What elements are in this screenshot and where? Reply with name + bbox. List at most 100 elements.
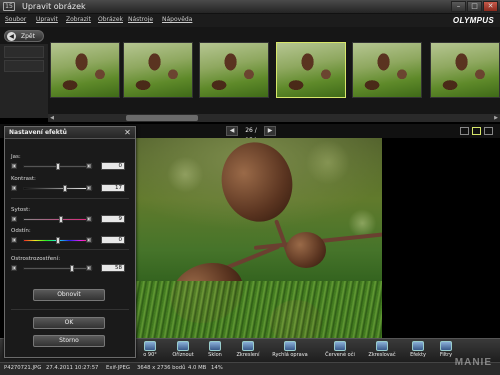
panel-title: Nastavení efektů xyxy=(9,129,67,136)
watermark: MANIE xyxy=(454,357,492,368)
status-dimensions: 3648 x 2736 bodů xyxy=(137,365,186,371)
contrast-value[interactable]: 17 xyxy=(101,184,125,192)
sharpness-value[interactable]: 58 xyxy=(101,264,125,272)
sharpness-slider[interactable] xyxy=(23,265,93,272)
menu-nastroje[interactable]: Nástroje xyxy=(128,16,153,23)
contrast-slider[interactable] xyxy=(23,185,93,192)
distortion-tool[interactable]: Zkreslení xyxy=(228,341,268,363)
tilt-icon xyxy=(209,341,221,351)
slider-decrease-icon[interactable]: ◂ xyxy=(11,216,17,222)
thumbnail[interactable] xyxy=(123,42,193,98)
next-image-button[interactable]: ▶ xyxy=(264,126,276,136)
menu-napoveda[interactable]: Nápověda xyxy=(162,16,192,23)
separator xyxy=(11,198,129,199)
view-split-icon[interactable] xyxy=(484,127,493,135)
thumbnail-selected[interactable] xyxy=(276,42,346,98)
warp-icon xyxy=(376,341,388,351)
slider-decrease-icon[interactable]: ◂ xyxy=(11,237,17,243)
slider-increase-icon[interactable]: ▸ xyxy=(86,216,92,222)
maximize-button[interactable]: □ xyxy=(467,1,482,12)
hue-value[interactable]: 0 xyxy=(101,236,125,244)
quick-fix-icon xyxy=(284,341,296,351)
cancel-button[interactable]: Storno xyxy=(33,335,105,347)
menu-soubor[interactable]: Soubor xyxy=(5,16,26,23)
status-filename: P4270721.JPG xyxy=(4,365,42,371)
photo-grass xyxy=(136,281,382,341)
hue-slider[interactable] xyxy=(23,237,93,244)
slider-thumb[interactable] xyxy=(56,163,60,170)
distortion-icon xyxy=(242,341,254,351)
pine-cone xyxy=(286,232,326,268)
slider-decrease-icon[interactable]: ◂ xyxy=(11,185,17,191)
strip-option-button[interactable] xyxy=(4,60,44,72)
menu-upravit[interactable]: Upravit xyxy=(36,16,58,23)
title-bar: 15 Upravit obrázek – □ ✕ xyxy=(0,0,500,14)
brightness-value[interactable]: 0 xyxy=(101,162,125,170)
back-button[interactable]: ◀ Zpět xyxy=(4,30,44,42)
scroll-left-icon[interactable]: ◀ xyxy=(48,114,56,122)
thumbnail[interactable] xyxy=(199,42,269,98)
status-zoom: 14% xyxy=(211,365,223,371)
thumbnail-scrollbar[interactable]: ◀ ▶ xyxy=(48,114,500,122)
separator xyxy=(11,309,129,310)
minimize-button[interactable]: – xyxy=(451,1,466,12)
canvas-background xyxy=(382,138,500,341)
red-eye-tool[interactable]: Červené oči xyxy=(320,341,360,363)
brightness-label: Jas: xyxy=(11,154,21,160)
panel-title-bar: Nastavení efektů ✕ xyxy=(5,127,135,139)
separator xyxy=(11,249,129,250)
close-button[interactable]: ✕ xyxy=(483,1,498,12)
strip-side-panel xyxy=(0,44,48,118)
effects-icon xyxy=(412,341,424,351)
menu-obrazek[interactable]: Obrázek xyxy=(98,16,123,23)
back-label: Zpět xyxy=(21,33,35,40)
scrollbar-thumb[interactable] xyxy=(126,115,198,121)
filters-icon xyxy=(440,341,452,351)
status-format: Exif-JPEG xyxy=(106,365,130,371)
slider-thumb[interactable] xyxy=(62,185,67,192)
brand-logo: OLYMPUS xyxy=(452,16,494,25)
contrast-label: Kontrast: xyxy=(11,176,36,182)
slider-increase-icon[interactable]: ▸ xyxy=(86,185,92,191)
red-eye-icon xyxy=(334,341,346,351)
slider-decrease-icon[interactable]: ◂ xyxy=(11,265,17,271)
reset-button[interactable]: Obnovit xyxy=(33,289,105,301)
crop-icon xyxy=(177,341,189,351)
main-photo xyxy=(136,138,382,341)
menu-zobrazit[interactable]: Zobrazit xyxy=(66,16,91,23)
menu-bar: Soubor Upravit Zobrazit Obrázek Nástroje… xyxy=(0,14,500,27)
slider-increase-icon[interactable]: ▸ xyxy=(86,163,92,169)
view-single-icon[interactable] xyxy=(472,127,481,135)
slider-increase-icon[interactable]: ▸ xyxy=(86,265,92,271)
window-title: Upravit obrázek xyxy=(22,2,86,11)
back-arrow-icon: ◀ xyxy=(7,32,16,41)
status-bar: P4270721.JPG 27.4.2011 10:27:57 Exif-JPE… xyxy=(0,362,500,375)
view-mode-icon[interactable] xyxy=(460,127,469,135)
warp-tool[interactable]: Zkreslovač xyxy=(362,341,402,363)
app-icon: 15 xyxy=(3,2,15,11)
panel-close-icon[interactable]: ✕ xyxy=(123,128,132,137)
saturation-slider[interactable] xyxy=(23,216,93,223)
saturation-value[interactable]: 9 xyxy=(101,215,125,223)
effects-settings-panel: Nastavení efektů ✕ Jas: ◂ ▸ 0 Kontrast: … xyxy=(4,126,136,358)
status-filesize: 4.0 MB xyxy=(188,365,207,371)
slider-decrease-icon[interactable]: ◂ xyxy=(11,163,17,169)
rotate-icon xyxy=(144,341,156,351)
previous-image-button[interactable]: ◀ xyxy=(226,126,238,136)
slider-increase-icon[interactable]: ▸ xyxy=(86,237,92,243)
window-controls: – □ ✕ xyxy=(451,1,498,12)
scroll-right-icon[interactable]: ▶ xyxy=(492,114,500,122)
slider-thumb[interactable] xyxy=(59,216,64,223)
brightness-slider[interactable] xyxy=(23,163,93,170)
slider-thumb[interactable] xyxy=(56,237,60,244)
thumbnail[interactable] xyxy=(430,42,500,98)
thumbnail[interactable] xyxy=(50,42,120,98)
quick-fix-tool[interactable]: Rychlá oprava xyxy=(270,341,310,363)
saturation-label: Sytost: xyxy=(11,207,31,213)
ok-button[interactable]: OK xyxy=(33,317,105,329)
strip-option-button[interactable] xyxy=(4,46,44,58)
sharpness-label: Ostrostrozostření: xyxy=(11,256,61,262)
status-datetime: 27.4.2011 10:27:57 xyxy=(46,365,99,371)
thumbnail[interactable] xyxy=(352,42,422,98)
slider-thumb[interactable] xyxy=(69,265,74,272)
